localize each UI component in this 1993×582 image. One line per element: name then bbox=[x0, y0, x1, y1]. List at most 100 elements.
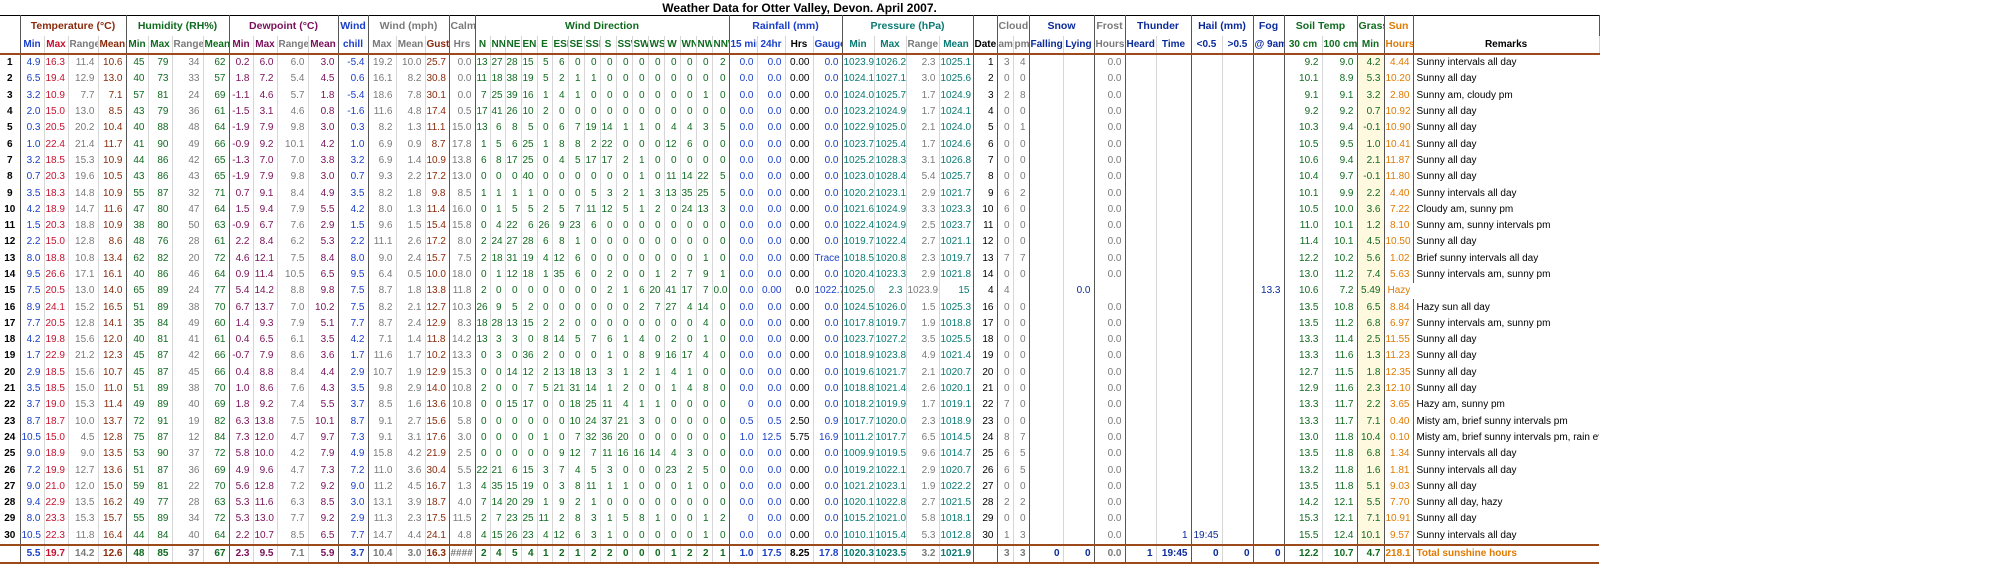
data-cell: 48 bbox=[172, 120, 204, 137]
data-cell: 5 bbox=[584, 462, 601, 479]
data-cell: 0.0 bbox=[1094, 185, 1126, 202]
data-cell: 42 bbox=[172, 152, 204, 170]
data-cell: 51 bbox=[126, 299, 149, 316]
data-cell: 0 bbox=[1013, 478, 1030, 496]
data-cell: 6 bbox=[632, 283, 649, 300]
data-cell: 0.0 bbox=[729, 527, 758, 545]
total-cell: 3.7 bbox=[338, 543, 369, 564]
data-cell: 0.0 bbox=[712, 283, 730, 300]
data-cell: 8.3 bbox=[449, 315, 476, 333]
data-cell: 11.1 bbox=[368, 234, 397, 251]
data-cell: 0.00 bbox=[785, 332, 814, 349]
data-cell: 7.2 bbox=[1322, 283, 1358, 300]
data-cell bbox=[1156, 266, 1192, 284]
data-cell: 0 bbox=[616, 54, 633, 72]
data-cell: 0.0 bbox=[1094, 478, 1126, 496]
data-cell: 6.5 bbox=[253, 332, 278, 349]
total-cell: 2 bbox=[696, 543, 713, 564]
table-row: 9 3.5 18.3 14.8 10.9 55 87 32 71 0.7 9.1 8.4 4.9 3.5 8… bbox=[0, 185, 1599, 202]
total-cell: 4 bbox=[490, 543, 506, 564]
data-cell: 2.2 bbox=[229, 234, 254, 251]
data-cell: 0 bbox=[696, 429, 713, 447]
data-cell bbox=[1222, 429, 1254, 447]
data-cell: 6.9 bbox=[368, 152, 397, 170]
data-cell: 1.7 bbox=[20, 348, 45, 365]
column-header: >0.5 bbox=[1222, 36, 1254, 55]
data-cell: 0 bbox=[537, 446, 553, 463]
remarks-cell: Hazy am, sunny pm bbox=[1416, 399, 1505, 411]
data-cell bbox=[1029, 511, 1064, 528]
data-cell: 4 bbox=[664, 446, 681, 463]
data-cell bbox=[1063, 511, 1095, 528]
data-cell: 0.10 bbox=[1384, 429, 1414, 447]
data-cell: 0.0 bbox=[813, 478, 843, 496]
data-cell: 0 bbox=[1013, 136, 1030, 153]
corner-cell bbox=[0, 15, 21, 36]
data-cell: 0.0 bbox=[729, 87, 758, 104]
data-cell: 4.44 bbox=[1384, 54, 1414, 72]
data-cell bbox=[1029, 266, 1064, 284]
data-cell: 89 bbox=[148, 283, 173, 300]
data-cell: 0 bbox=[648, 250, 665, 267]
data-cell: 3.5 bbox=[338, 185, 369, 202]
total-cell: 10.7 bbox=[1322, 543, 1358, 564]
data-cell: 3.65 bbox=[1384, 397, 1414, 414]
data-cell: 4.9 bbox=[338, 446, 369, 463]
data-cell: 12.7 bbox=[425, 299, 450, 316]
data-cell: 0 bbox=[584, 348, 601, 365]
data-cell: 0 bbox=[632, 315, 649, 333]
table-row: 19 1.7 22.9 21.2 12.3 45 87 42 66 -0.7 7.9 8.6 3.6 1.… bbox=[0, 348, 1599, 365]
data-cell: 2.4 bbox=[396, 315, 426, 333]
group-header: Wind bbox=[338, 15, 369, 36]
data-cell: 0 bbox=[680, 332, 697, 349]
data-cell: 13 bbox=[475, 120, 491, 137]
data-cell: -0.1 bbox=[1357, 169, 1385, 186]
data-cell: 1020.8 bbox=[874, 250, 907, 267]
data-cell: 0 bbox=[600, 250, 617, 267]
data-cell: 9.0 bbox=[20, 478, 45, 496]
data-cell: 2 bbox=[997, 495, 1014, 512]
data-cell: 3.2 bbox=[20, 87, 45, 104]
day-cell: 19 bbox=[0, 348, 21, 365]
data-cell: 1020.1 bbox=[842, 495, 875, 512]
data-cell: 13.5 bbox=[1284, 478, 1323, 496]
data-cell: 19.8 bbox=[44, 332, 69, 349]
remarks-cell: Sunny am, sunny intervals pm bbox=[1416, 220, 1551, 232]
data-cell: 0.00 bbox=[785, 397, 814, 414]
data-cell: 18.9 bbox=[44, 201, 69, 218]
data-cell: 0 bbox=[505, 283, 522, 300]
data-cell: 0.0 bbox=[1094, 446, 1126, 463]
data-cell: 72 bbox=[126, 413, 149, 430]
data-cell: 2 bbox=[648, 201, 665, 218]
data-cell: 18.9 bbox=[44, 446, 69, 463]
data-cell: 8.5 bbox=[98, 103, 127, 121]
data-cell bbox=[1222, 217, 1254, 235]
data-cell: 0.0 bbox=[729, 234, 758, 251]
data-cell: 8.4 bbox=[253, 234, 278, 251]
data-cell: 12 bbox=[521, 364, 538, 381]
data-cell: 8.7 bbox=[20, 413, 45, 430]
data-cell: 0 bbox=[1013, 348, 1030, 365]
data-cell: 1024.6 bbox=[939, 136, 974, 153]
column-header: Range bbox=[906, 36, 940, 55]
data-cell: 0 bbox=[490, 364, 506, 381]
data-cell: 15.0 bbox=[98, 478, 127, 496]
data-cell: 1 bbox=[568, 87, 585, 104]
data-cell: 4.2 bbox=[277, 446, 309, 463]
remarks-cell: Sunny am, cloudy pm bbox=[1416, 89, 1513, 101]
data-cell: 0.0 bbox=[1094, 201, 1126, 218]
data-cell: 14.7 bbox=[368, 527, 397, 545]
data-cell: 11.4 bbox=[1322, 332, 1358, 349]
data-cell bbox=[1191, 185, 1223, 202]
column-header: Heard bbox=[1125, 36, 1157, 55]
data-cell: 1018.9 bbox=[842, 348, 875, 365]
data-cell bbox=[1222, 54, 1254, 72]
data-cell: 0 bbox=[712, 348, 730, 365]
data-cell: -0.9 bbox=[229, 217, 254, 235]
data-cell: 9.2 bbox=[308, 511, 339, 528]
data-cell: 9.1 bbox=[1284, 87, 1323, 104]
day-cell: 29 bbox=[0, 511, 21, 528]
data-cell: 1017.7 bbox=[874, 429, 907, 447]
data-cell: 1018.9 bbox=[939, 413, 974, 430]
data-cell: 37 bbox=[172, 446, 204, 463]
